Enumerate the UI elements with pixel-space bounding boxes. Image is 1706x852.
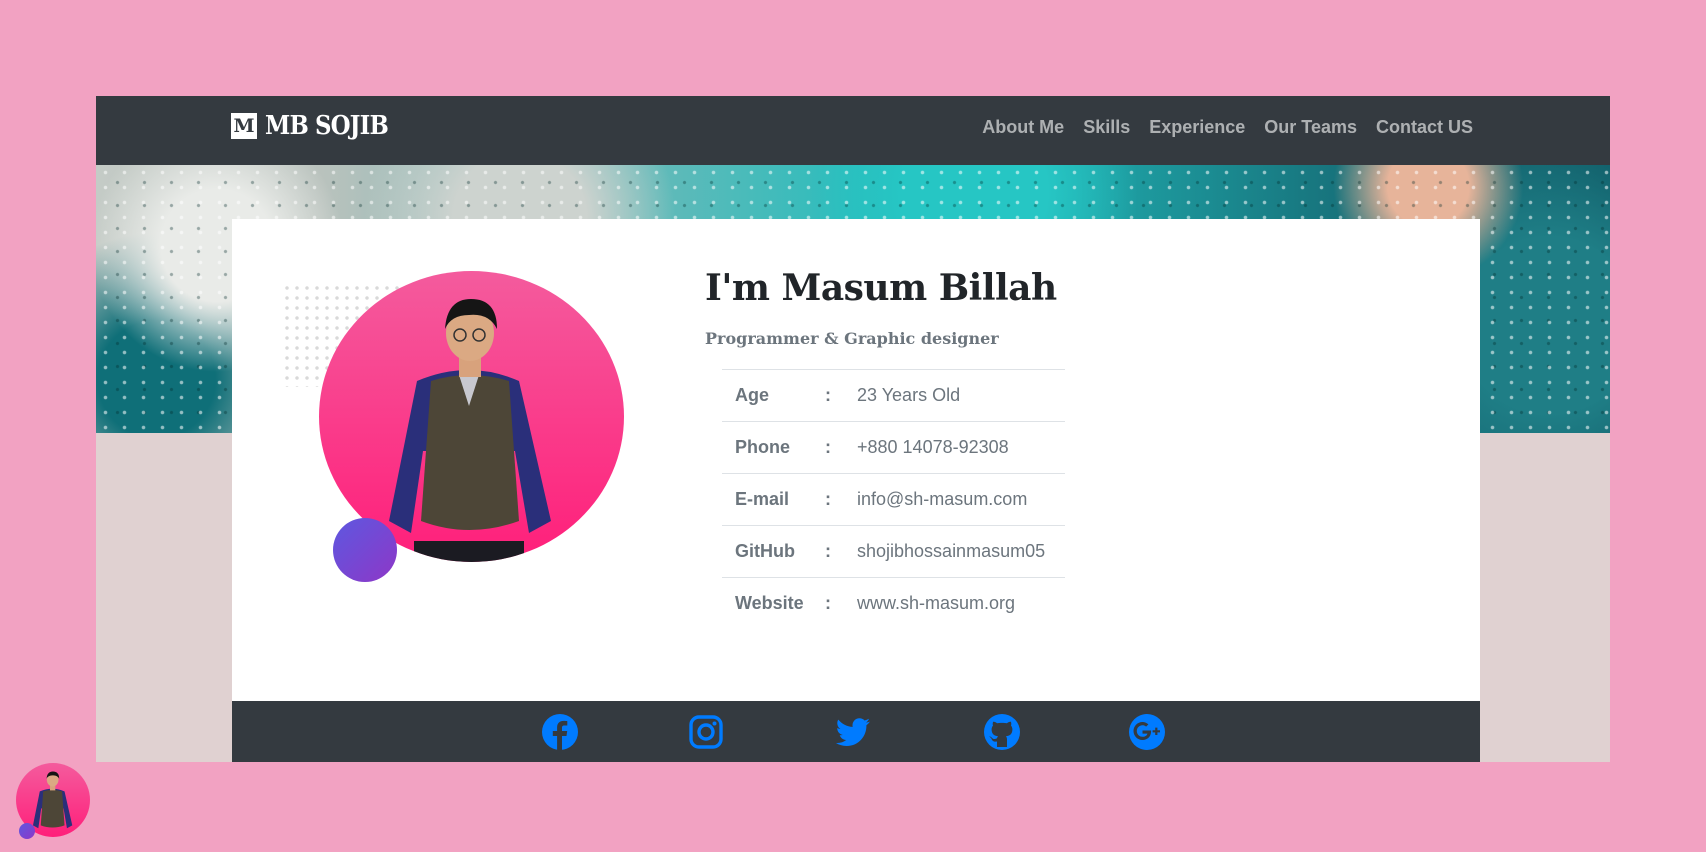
nav-about-me[interactable]: About Me bbox=[982, 117, 1064, 138]
info-value: +880 14078-92308 bbox=[857, 437, 1009, 457]
info-key: Website bbox=[735, 593, 804, 614]
info-separator: : bbox=[825, 385, 831, 405]
info-separator: : bbox=[825, 489, 831, 509]
info-value: www.sh-masum.org bbox=[857, 593, 1016, 614]
info-value: shojibhossainmasum05 bbox=[857, 541, 1046, 561]
info-value: info@sh-masum.com bbox=[857, 489, 1028, 509]
table-row: Phone : +880 14078-92308 bbox=[722, 421, 1065, 474]
info-key: Age bbox=[735, 385, 770, 405]
nav-skills[interactable]: Skills bbox=[1083, 117, 1130, 138]
navbar: M MB SOJIB About Me Skills Experience Ou… bbox=[96, 96, 1610, 165]
info-key: E-mail bbox=[735, 489, 790, 509]
brand-mark: M bbox=[231, 113, 257, 139]
table-row: E-mail : info@sh-masum.com bbox=[722, 473, 1065, 526]
profile-card: I'm Masum Billah Programmer & Graphic de… bbox=[232, 219, 1480, 701]
profile-info-table: Age : 23 Years Old Phone : +880 14078-92… bbox=[722, 369, 1065, 630]
page-frame: M MB SOJIB About Me Skills Experience Ou… bbox=[96, 96, 1610, 762]
info-value: 23 Years Old bbox=[857, 385, 961, 405]
table-row: GitHub : shojibhossainmasum05 bbox=[722, 525, 1065, 578]
info-key: GitHub bbox=[735, 541, 795, 561]
info-separator: : bbox=[825, 541, 831, 561]
brand-logo[interactable]: M MB SOJIB bbox=[231, 111, 405, 141]
nav-experience[interactable]: Experience bbox=[1149, 117, 1245, 138]
profile-role: Programmer & Graphic designer bbox=[705, 329, 999, 348]
github-icon[interactable] bbox=[984, 714, 1020, 750]
accent-circle bbox=[333, 518, 397, 582]
main-nav: About Me Skills Experience Our Teams Con… bbox=[982, 117, 1473, 138]
social-bar bbox=[232, 701, 1480, 762]
profile-name: I'm Masum Billah bbox=[705, 267, 1057, 309]
instagram-icon[interactable] bbox=[688, 714, 724, 750]
facebook-icon[interactable] bbox=[542, 714, 578, 750]
floating-accent-dot bbox=[19, 823, 35, 839]
nav-our-teams[interactable]: Our Teams bbox=[1264, 117, 1357, 138]
nav-contact-us[interactable]: Contact US bbox=[1376, 117, 1473, 138]
table-row: Website : www.sh-masum.org bbox=[722, 577, 1065, 630]
info-separator: : bbox=[825, 593, 831, 614]
twitter-icon[interactable] bbox=[835, 714, 871, 750]
info-separator: : bbox=[825, 437, 831, 457]
google-plus-icon[interactable] bbox=[1129, 714, 1165, 750]
info-key: Phone bbox=[735, 437, 791, 457]
brand-name: MB SOJIB bbox=[265, 111, 389, 141]
table-row: Age : 23 Years Old bbox=[722, 369, 1065, 422]
